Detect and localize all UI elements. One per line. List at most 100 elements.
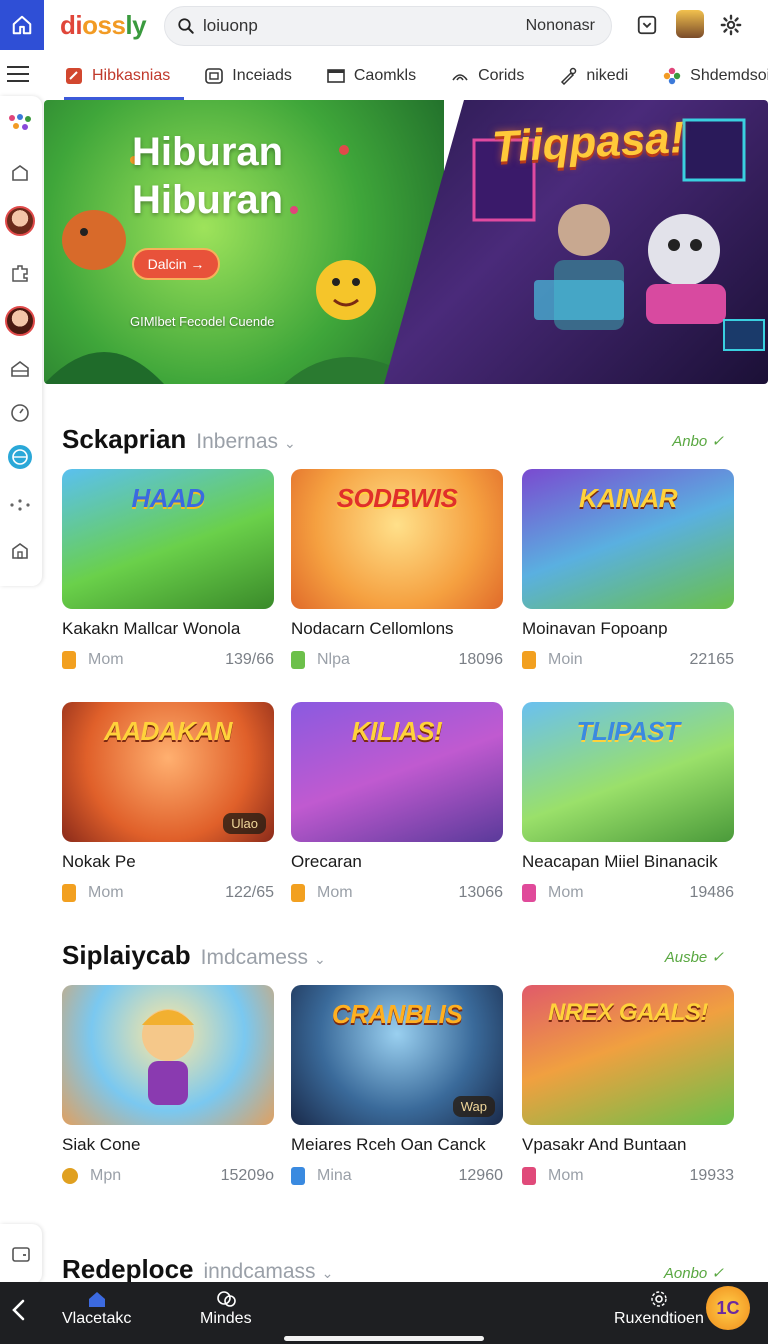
bottom-nav: Vlacetakc Mindes Ruxendtioen 1C bbox=[0, 1282, 768, 1344]
chat-icon bbox=[215, 1288, 237, 1310]
tab-corids[interactable]: Corids bbox=[430, 52, 538, 100]
game-meta: Mom 122/65 bbox=[62, 884, 274, 902]
left-rail bbox=[0, 96, 42, 586]
thumbnail-title: KAINAR bbox=[578, 483, 678, 513]
see-all-link[interactable]: Ausbe ✓ bbox=[665, 948, 724, 966]
coin-icon bbox=[62, 1168, 78, 1184]
game-meta: Nlpa 18096 bbox=[291, 651, 503, 669]
top-bar: diossly loiuonp Nononasr bbox=[0, 0, 768, 50]
tab-label: Hibkasnias bbox=[92, 67, 171, 84]
game-category: Mina bbox=[317, 1167, 352, 1184]
see-all-link[interactable]: Anbo ✓ bbox=[672, 432, 724, 450]
category-tabs: Hibkasnias Inceiads Caomkls Corids niked… bbox=[44, 52, 768, 100]
chevron-down-icon[interactable]: ⌄ bbox=[322, 1265, 334, 1282]
user-avatar[interactable]: 1C bbox=[706, 1286, 750, 1330]
tab-inceiads[interactable]: Inceiads bbox=[184, 52, 306, 100]
thumbnail-badge: Wap bbox=[452, 1096, 495, 1117]
play-count: 139/66 bbox=[225, 651, 274, 668]
see-all-link[interactable]: Aonbo ✓ bbox=[664, 1264, 724, 1282]
game-category: Mom bbox=[317, 884, 353, 901]
tab-caomkls[interactable]: Caomkls bbox=[306, 52, 430, 100]
thumbnail-title: CRANBLIS bbox=[331, 999, 463, 1029]
avatar[interactable] bbox=[5, 306, 35, 336]
gear-icon[interactable] bbox=[718, 12, 744, 38]
globe-icon[interactable] bbox=[5, 442, 35, 472]
tab-label: Shdemdsois bbox=[690, 67, 768, 84]
nav-label: Ruxendtioen bbox=[614, 1310, 704, 1327]
section-header: Siplaiycab Imdcamess ⌄ Ausbe ✓ bbox=[62, 940, 748, 974]
game-card[interactable]: Siak Cone Mpn 15209o bbox=[62, 985, 274, 1185]
section-filter[interactable]: inndcamass bbox=[204, 1260, 316, 1284]
menu-icon[interactable] bbox=[0, 52, 36, 96]
section-filter[interactable]: Inbernas bbox=[196, 430, 278, 454]
signal-icon bbox=[450, 67, 470, 85]
dots-icon[interactable] bbox=[5, 490, 35, 520]
game-card[interactable]: KILIAS! Orecaran Mom 13066 bbox=[291, 702, 503, 902]
nav-messages[interactable]: Mindes bbox=[200, 1288, 252, 1328]
section-filter[interactable]: Imdcamess bbox=[201, 946, 308, 970]
cube-icon bbox=[62, 651, 76, 669]
box-icon[interactable] bbox=[5, 158, 35, 188]
game-category: Moin bbox=[548, 651, 583, 668]
hero-headline: Tiiqpasa! bbox=[490, 113, 686, 173]
sparkle-icon[interactable] bbox=[5, 108, 35, 138]
nav-home[interactable]: Vlacetakc bbox=[62, 1288, 131, 1328]
section-title: Redeploce bbox=[62, 1254, 194, 1284]
avatar[interactable] bbox=[5, 206, 35, 236]
game-thumbnail: TLIPAST bbox=[522, 702, 734, 842]
puzzle-icon[interactable] bbox=[5, 258, 35, 288]
game-title: Siak Cone bbox=[62, 1135, 141, 1154]
game-meta: Mom 13066 bbox=[291, 884, 503, 902]
wallet-icon[interactable] bbox=[0, 1224, 42, 1284]
home-icon bbox=[87, 1288, 107, 1310]
bag-icon[interactable] bbox=[5, 536, 35, 566]
game-card[interactable]: HAAD Kakakn Mallcar Wonola Mom 139/66 bbox=[62, 469, 274, 669]
play-count: 18096 bbox=[458, 651, 504, 668]
play-count: 19933 bbox=[689, 1167, 735, 1184]
game-card[interactable]: TLIPAST Neacapan Miiel Binanacik Mom 194… bbox=[522, 702, 734, 902]
cube-icon bbox=[291, 651, 305, 669]
app-logo[interactable]: diossly bbox=[60, 10, 147, 41]
tab-hibkasnias[interactable]: Hibkasnias bbox=[44, 52, 185, 100]
brush-icon bbox=[558, 67, 578, 85]
download-icon[interactable] bbox=[634, 12, 660, 38]
game-card[interactable]: CRANBLIS Wap Meiares Rceh Oan Canck Mina… bbox=[291, 985, 503, 1185]
chevron-down-icon[interactable]: ⌄ bbox=[314, 951, 326, 968]
hero-banner[interactable]: Hiburan Hiburan Dalcin → GIMlbet Fecodel… bbox=[44, 100, 768, 384]
back-icon[interactable] bbox=[6, 1296, 30, 1324]
hero-title-line: Hiburan bbox=[132, 130, 284, 174]
thumbnail-title: TLIPAST bbox=[576, 716, 680, 746]
clock-icon[interactable] bbox=[5, 398, 35, 428]
profile-avatar[interactable] bbox=[676, 10, 704, 38]
search-filter-label[interactable]: Nononasr bbox=[526, 17, 595, 35]
game-title: Vpasakr And Buntaan bbox=[522, 1135, 687, 1154]
game-meta: Moin 22165 bbox=[522, 651, 734, 669]
game-title: Kakakn Mallcar Wonola bbox=[62, 619, 241, 638]
nav-settings[interactable]: Ruxendtioen bbox=[614, 1288, 704, 1328]
thumbnail-title: HAAD bbox=[131, 483, 205, 513]
game-title: Orecaran bbox=[291, 852, 362, 871]
game-title: Nokak Pe bbox=[62, 852, 136, 871]
game-thumbnail: KAINAR bbox=[522, 469, 734, 609]
hero-cta-button[interactable]: Dalcin → bbox=[132, 248, 220, 280]
tab-nikedi[interactable]: nikedi bbox=[538, 52, 642, 100]
hero-title-line: Hiburan bbox=[132, 178, 284, 222]
game-card[interactable]: SODBWIS Nodacarn Cellomlons Nlpa 18096 bbox=[291, 469, 503, 669]
game-card[interactable]: NREX GAALS! Vpasakr And Buntaan Mom 1993… bbox=[522, 985, 734, 1185]
chevron-down-icon[interactable]: ⌄ bbox=[284, 435, 296, 452]
game-card[interactable]: KAINAR Moinavan Fopoanp Moin 22165 bbox=[522, 469, 734, 669]
game-meta: Mom 19486 bbox=[522, 884, 734, 902]
flower-icon bbox=[662, 67, 682, 85]
game-card[interactable]: AADAKAN Ulao Nokak Pe Mom 122/65 bbox=[62, 702, 274, 902]
game-category: Mom bbox=[548, 1167, 584, 1184]
game-thumbnail: AADAKAN Ulao bbox=[62, 702, 274, 842]
search-input[interactable]: loiuonp bbox=[203, 16, 526, 36]
tab-shdemdsois[interactable]: Shdemdsois bbox=[642, 52, 768, 100]
home-icon[interactable] bbox=[0, 0, 44, 50]
cube-icon bbox=[291, 884, 305, 902]
house-icon[interactable] bbox=[5, 354, 35, 384]
tab-label: Inceiads bbox=[232, 67, 292, 84]
thumbnail-title: AADAKAN bbox=[104, 716, 232, 746]
game-thumbnail: CRANBLIS Wap bbox=[291, 985, 503, 1125]
search-bar[interactable]: loiuonp Nononasr bbox=[164, 6, 612, 46]
